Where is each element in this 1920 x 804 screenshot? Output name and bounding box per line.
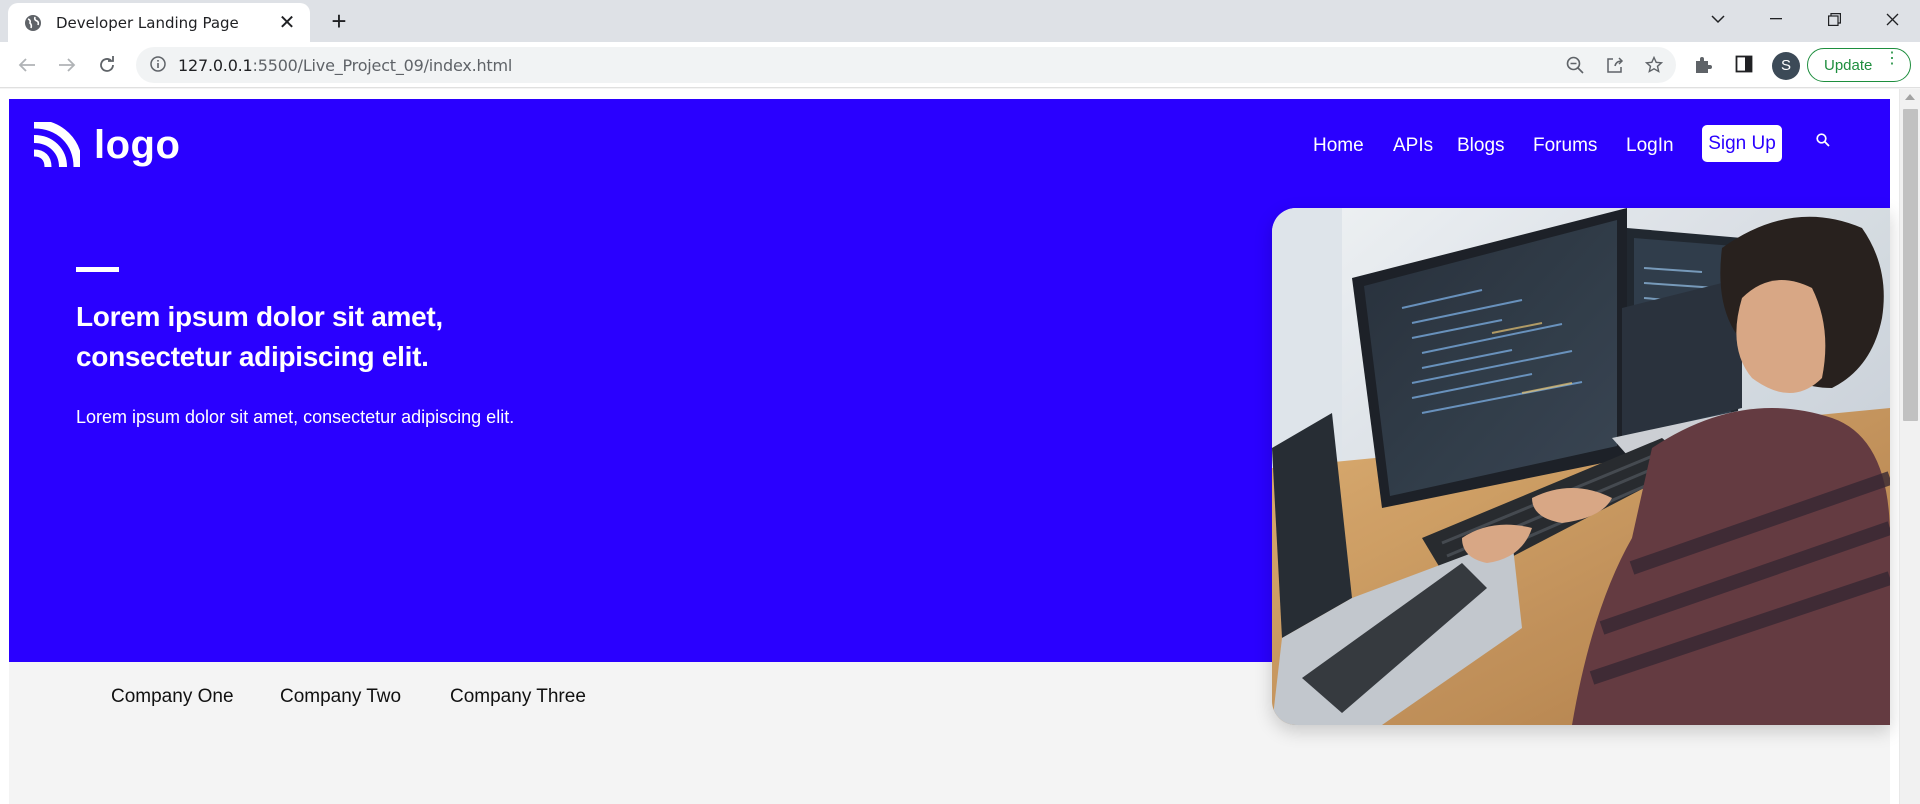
menu-kebab-icon[interactable]: ⋮ — [1884, 51, 1900, 67]
tab-search-chevron-icon[interactable] — [1690, 0, 1746, 38]
tab-close-icon[interactable]: ✕ — [276, 12, 298, 34]
url-path: :5500/Live_Project_09/index.html — [252, 56, 513, 75]
browser-tabstrip: Developer Landing Page ✕ + — [0, 0, 1920, 42]
globe-icon — [24, 14, 42, 32]
restore-button[interactable] — [1806, 0, 1862, 38]
forward-arrow-icon[interactable] — [52, 50, 82, 80]
extensions-puzzle-icon[interactable] — [1694, 55, 1713, 79]
scroll-up-arrow-icon[interactable] — [1905, 94, 1915, 100]
new-tab-button[interactable]: + — [325, 7, 353, 35]
nav-blogs[interactable]: Blogs — [1457, 135, 1505, 157]
profile-avatar[interactable]: S — [1772, 52, 1800, 80]
hero-subtext: Lorem ipsum dolor sit amet, consectetur … — [76, 407, 515, 427]
update-button[interactable]: Update ⋮ — [1807, 48, 1911, 82]
share-icon[interactable] — [1606, 56, 1624, 79]
zoom-out-icon[interactable] — [1566, 56, 1584, 79]
accent-dash — [76, 267, 119, 272]
company-two: Company Two — [280, 686, 402, 707]
search-icon[interactable] — [1816, 133, 1830, 152]
landing-page: logo Home APIs Blogs Forums LogIn Sign U… — [9, 99, 1890, 804]
hero-headline: Lorem ipsum dolor sit amet, consectetur … — [76, 297, 636, 377]
url-host: 127.0.0.1 — [178, 56, 253, 75]
sign-up-button[interactable]: Sign Up — [1702, 125, 1782, 162]
page-viewport: logo Home APIs Blogs Forums LogIn Sign U… — [0, 89, 1920, 804]
site-info-icon[interactable] — [150, 56, 166, 77]
logo[interactable]: logo — [32, 122, 180, 169]
hero-image — [1272, 208, 1890, 725]
minimize-button[interactable] — [1748, 0, 1804, 38]
back-arrow-icon[interactable] — [12, 50, 42, 80]
nav-forums[interactable]: Forums — [1533, 135, 1597, 157]
nav-apis[interactable]: APIs — [1393, 135, 1433, 157]
bookmark-star-icon[interactable] — [1644, 55, 1664, 79]
hero-headline-line-2: consectetur adipiscing elit. — [76, 341, 429, 372]
address-bar[interactable]: 127.0.0.1:5500/Live_Project_09/index.htm… — [136, 47, 1676, 83]
close-window-button[interactable] — [1864, 0, 1920, 38]
nav-login[interactable]: LogIn — [1626, 135, 1674, 157]
company-three: Company Three — [450, 686, 586, 707]
browser-toolbar: 127.0.0.1:5500/Live_Project_09/index.htm… — [0, 42, 1920, 88]
tab-title: Developer Landing Page — [56, 13, 239, 32]
logo-text: logo — [94, 123, 181, 167]
reload-icon[interactable] — [92, 50, 122, 80]
scrollbar-thumb[interactable] — [1903, 109, 1918, 421]
url-text: 127.0.0.1:5500/Live_Project_09/index.htm… — [178, 56, 512, 75]
rss-feed-icon — [33, 122, 80, 168]
vertical-scrollbar[interactable] — [1899, 89, 1920, 804]
side-panel-icon[interactable] — [1735, 55, 1753, 78]
nav-home[interactable]: Home — [1313, 135, 1364, 157]
browser-tab[interactable]: Developer Landing Page ✕ — [8, 3, 310, 42]
update-label: Update — [1824, 56, 1873, 74]
hero-headline-line-1: Lorem ipsum dolor sit amet, — [76, 301, 443, 332]
company-one: Company One — [111, 686, 234, 707]
